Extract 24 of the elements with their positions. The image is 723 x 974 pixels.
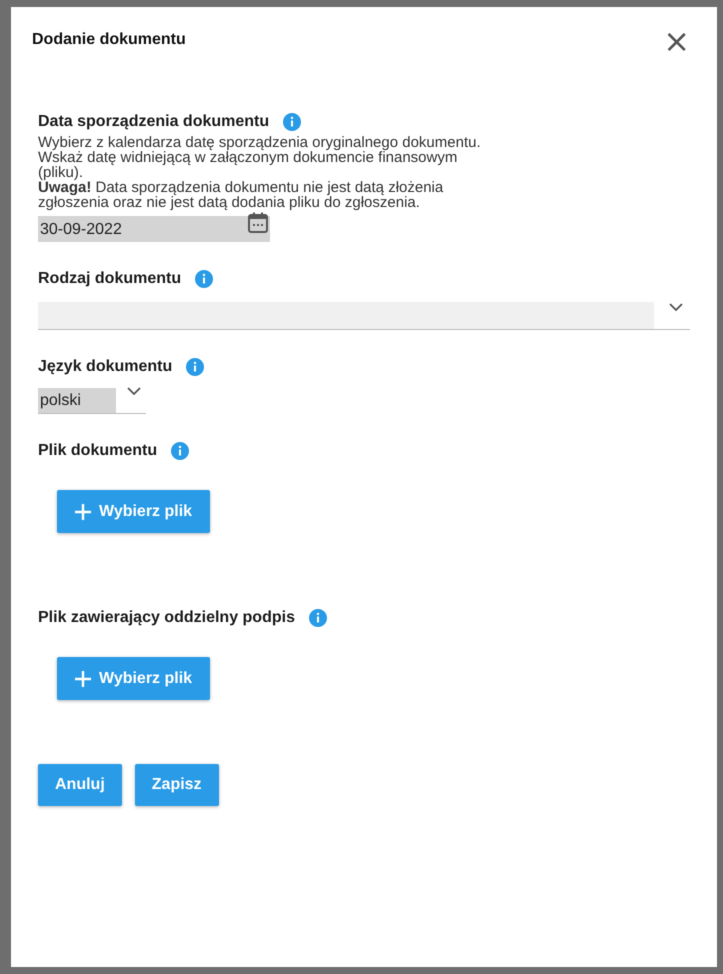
plus-icon: [75, 504, 91, 520]
help-text: Uwaga! Data sporządzenia dokumentu nie jest datą złożenia zgłoszenia oraz nie jest datą dodania pliku do zgłoszenia.: [38, 180, 444, 210]
info-icon[interactable]: [186, 358, 204, 376]
action-button[interactable]: Anuluj: [38, 764, 122, 806]
field-label: Data sporządzenia dokumentu: [38, 113, 270, 131]
info-icon[interactable]: [283, 113, 302, 131]
chevron-down-icon: [668, 302, 684, 312]
field-label: Plik zawierający oddzielny podpis: [38, 609, 295, 627]
action-button[interactable]: Zapisz: [134, 764, 219, 806]
field-label: Plik dokumentu: [38, 442, 158, 460]
select-field[interactable]: [38, 302, 690, 330]
field-label: Rodzaj dokumentu: [38, 270, 182, 288]
calendar-icon[interactable]: [246, 211, 270, 235]
info-icon[interactable]: [195, 270, 214, 288]
chevron-down-icon: [126, 386, 142, 396]
dialog-title: Dodanie dokumentu: [32, 31, 186, 49]
info-icon[interactable]: [171, 442, 190, 460]
close-button[interactable]: ×: [663, 29, 690, 53]
choose-file-button[interactable]: Wybierz plik: [57, 657, 210, 700]
info-icon[interactable]: [308, 609, 327, 627]
plus-icon: [75, 670, 91, 686]
field-label: Język dokumentu: [38, 358, 172, 376]
choose-file-button[interactable]: Wybierz plik: [57, 490, 210, 533]
help-text: Wybierz z kalendarza datę sporządzenia oryginalnego dokumentu. Wskaż datę widniejącą w załączonym dokumencie finansowym (pliku).: [38, 135, 482, 180]
